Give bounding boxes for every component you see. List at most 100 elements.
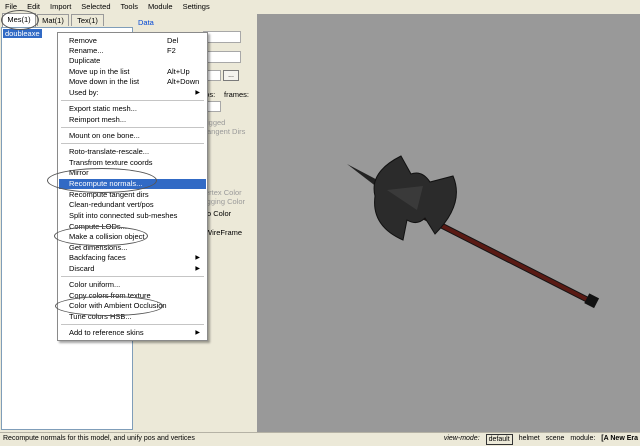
rigged-label: igged [207, 118, 226, 127]
module-label: module: [570, 435, 596, 442]
menu-item-make-collision-object[interactable]: Make a collision object [59, 232, 206, 242]
menu-item-label: Mirror [69, 168, 89, 177]
menu-item-tune-colors-hsb[interactable]: Tune colors HSB... [59, 312, 206, 322]
tab-textures[interactable]: Tex(1) [71, 14, 104, 26]
menu-item-label: Backfacing faces [69, 253, 126, 262]
menu-item-label: Get dimensions... [69, 243, 128, 252]
menu-separator [61, 276, 204, 277]
menu-item-label: Compute LODs... [69, 222, 127, 231]
menu-item-label: Duplicate [69, 56, 101, 65]
status-message: Recompute normals for this model, and un… [3, 435, 195, 442]
context-menu: Remove Del Rename... F2 Duplicate Move up … [57, 32, 208, 341]
menu-item-label: Mount on one bone... [69, 131, 140, 140]
menu-item-label: Transfrom texture coords [69, 158, 153, 167]
menu-item-color-uniform[interactable]: Color uniform... [59, 280, 206, 290]
menu-import[interactable]: Import [45, 2, 76, 11]
menu-item-label: Discard [69, 264, 95, 273]
menu-item-backfacing-faces[interactable]: Backfacing faces ▶ [59, 253, 206, 263]
menu-item-reimport-mesh[interactable]: Reimport mesh... [59, 115, 206, 125]
menu-item-label: Recompute normals... [69, 179, 143, 188]
menu-item-move-down[interactable]: Move down in the list Alt+Down [59, 77, 206, 87]
menu-item-label: Rename... [69, 46, 104, 55]
list-item[interactable]: doubleaxe [3, 29, 42, 38]
menu-item-split-submeshes[interactable]: Split into connected sub-meshes [59, 211, 206, 221]
tab-meshes[interactable]: Mes(1) [2, 13, 36, 27]
menu-item-move-up[interactable]: Move up in the list Alt+Up [59, 67, 206, 77]
menu-module[interactable]: Module [143, 2, 178, 11]
menu-item-shortcut: Alt+Up [167, 67, 190, 76]
menu-item-label: Roto-translate-rescale... [69, 147, 150, 156]
submenu-arrow-icon: ▶ [195, 255, 200, 261]
menu-item-used-by[interactable]: Used by: ▶ [59, 88, 206, 98]
menu-item-label: Tune colors HSB... [69, 312, 132, 321]
tab-materials[interactable]: Mat(1) [37, 14, 69, 26]
3d-viewport[interactable] [257, 14, 640, 432]
menu-item-get-dimensions[interactable]: Get dimensions... [59, 243, 206, 253]
axe-pommel [584, 293, 600, 309]
menu-item-label: Copy colors from texture [69, 291, 151, 300]
tab-strip: Mes(1) Mat(1) Tex(1) [0, 12, 135, 27]
menu-item-recompute-tangent-dirs[interactable]: Recompute tangent dirs [59, 190, 206, 200]
menu-separator [61, 324, 204, 325]
view-mode-label: view-mode: [443, 435, 480, 442]
menu-file[interactable]: File [0, 2, 22, 11]
menu-item-label: Used by: [69, 88, 99, 97]
menu-item-label: Remove [69, 36, 97, 45]
menu-item-ambient-occlusion[interactable]: Color with Ambient Occlusion [59, 301, 206, 311]
menu-item-remove[interactable]: Remove Del [59, 36, 206, 46]
menu-item-add-reference-skins[interactable]: Add to reference skins ▶ [59, 328, 206, 338]
menu-tools[interactable]: Tools [115, 2, 143, 11]
menu-item-rename[interactable]: Rename... F2 [59, 46, 206, 56]
menu-separator [61, 127, 204, 128]
menu-item-mirror[interactable]: Mirror [59, 168, 206, 178]
menu-item-label: Make a collision object [69, 232, 145, 241]
material-field[interactable] [203, 51, 241, 63]
menu-item-label: Split into connected sub-meshes [69, 211, 178, 220]
menu-item-label: Recompute tangent dirs [69, 190, 149, 199]
menu-item-shortcut: Alt+Down [167, 77, 200, 86]
menu-item-mount-on-bone[interactable]: Mount on one bone... [59, 131, 206, 141]
menu-separator [61, 143, 204, 144]
menu-item-label: Export static mesh... [69, 104, 137, 113]
menu-bar: File Edit Import Selected Tools Module S… [0, 0, 640, 12]
menu-item-label: Move down in the list [69, 77, 140, 86]
menu-item-label: Add to reference skins [69, 328, 144, 337]
menu-item-clean-redundant[interactable]: Clean-redundant vert/pos [59, 200, 206, 210]
status-bar: Recompute normals for this model, and un… [0, 432, 640, 446]
browse-button[interactable]: ... [223, 70, 239, 81]
menu-selected[interactable]: Selected [76, 2, 115, 11]
menu-edit[interactable]: Edit [22, 2, 45, 11]
submenu-arrow-icon: ▶ [195, 90, 200, 96]
status-right-group: view-mode: default helmet scene module: … [444, 433, 638, 445]
view-mode-default[interactable]: default [485, 433, 513, 445]
submenu-arrow-icon: ▶ [195, 266, 200, 272]
data-panel-title: Data [138, 18, 154, 27]
menu-item-compute-lods[interactable]: Compute LODs... [59, 222, 206, 232]
menu-item-transform-texture-coords[interactable]: Transfrom texture coords [59, 158, 206, 168]
menu-item-shortcut: Del [167, 36, 179, 45]
name-field[interactable] [203, 31, 241, 43]
menu-item-export-static-mesh[interactable]: Export static mesh... [59, 104, 206, 114]
wireframe-label[interactable]: WireFrame [205, 228, 242, 237]
no-color-label[interactable]: o Color [207, 209, 231, 218]
view-mode-helmet[interactable]: helmet [519, 433, 540, 445]
menu-item-copy-colors-texture[interactable]: Copy colors from texture [59, 291, 206, 301]
view-mode-scene[interactable]: scene [546, 433, 565, 445]
menu-separator [61, 100, 204, 101]
doubleaxe-model [347, 155, 600, 309]
rigging-color-label: igging Color [205, 197, 246, 206]
menu-item-duplicate[interactable]: Duplicate [59, 56, 206, 66]
menu-item-label: Color uniform... [69, 280, 121, 289]
menu-item-discard[interactable]: Discard ▶ [59, 264, 206, 274]
menu-item-label: Clean-redundant vert/pos [69, 200, 154, 209]
menu-item-label: Color with Ambient Occlusion [69, 301, 167, 310]
menu-item-shortcut: F2 [167, 46, 176, 55]
menu-item-recompute-normals[interactable]: Recompute normals... [59, 179, 206, 189]
menu-item-label: Reimport mesh... [69, 115, 127, 124]
submenu-arrow-icon: ▶ [195, 330, 200, 336]
vertex-color-label: ertex Color [205, 188, 242, 197]
tangent-dirs-label: angent Dirs [207, 127, 246, 136]
frames-label: frames: [224, 90, 250, 99]
menu-item-roto-translate[interactable]: Roto-translate-rescale... [59, 147, 206, 157]
menu-settings[interactable]: Settings [178, 2, 215, 11]
